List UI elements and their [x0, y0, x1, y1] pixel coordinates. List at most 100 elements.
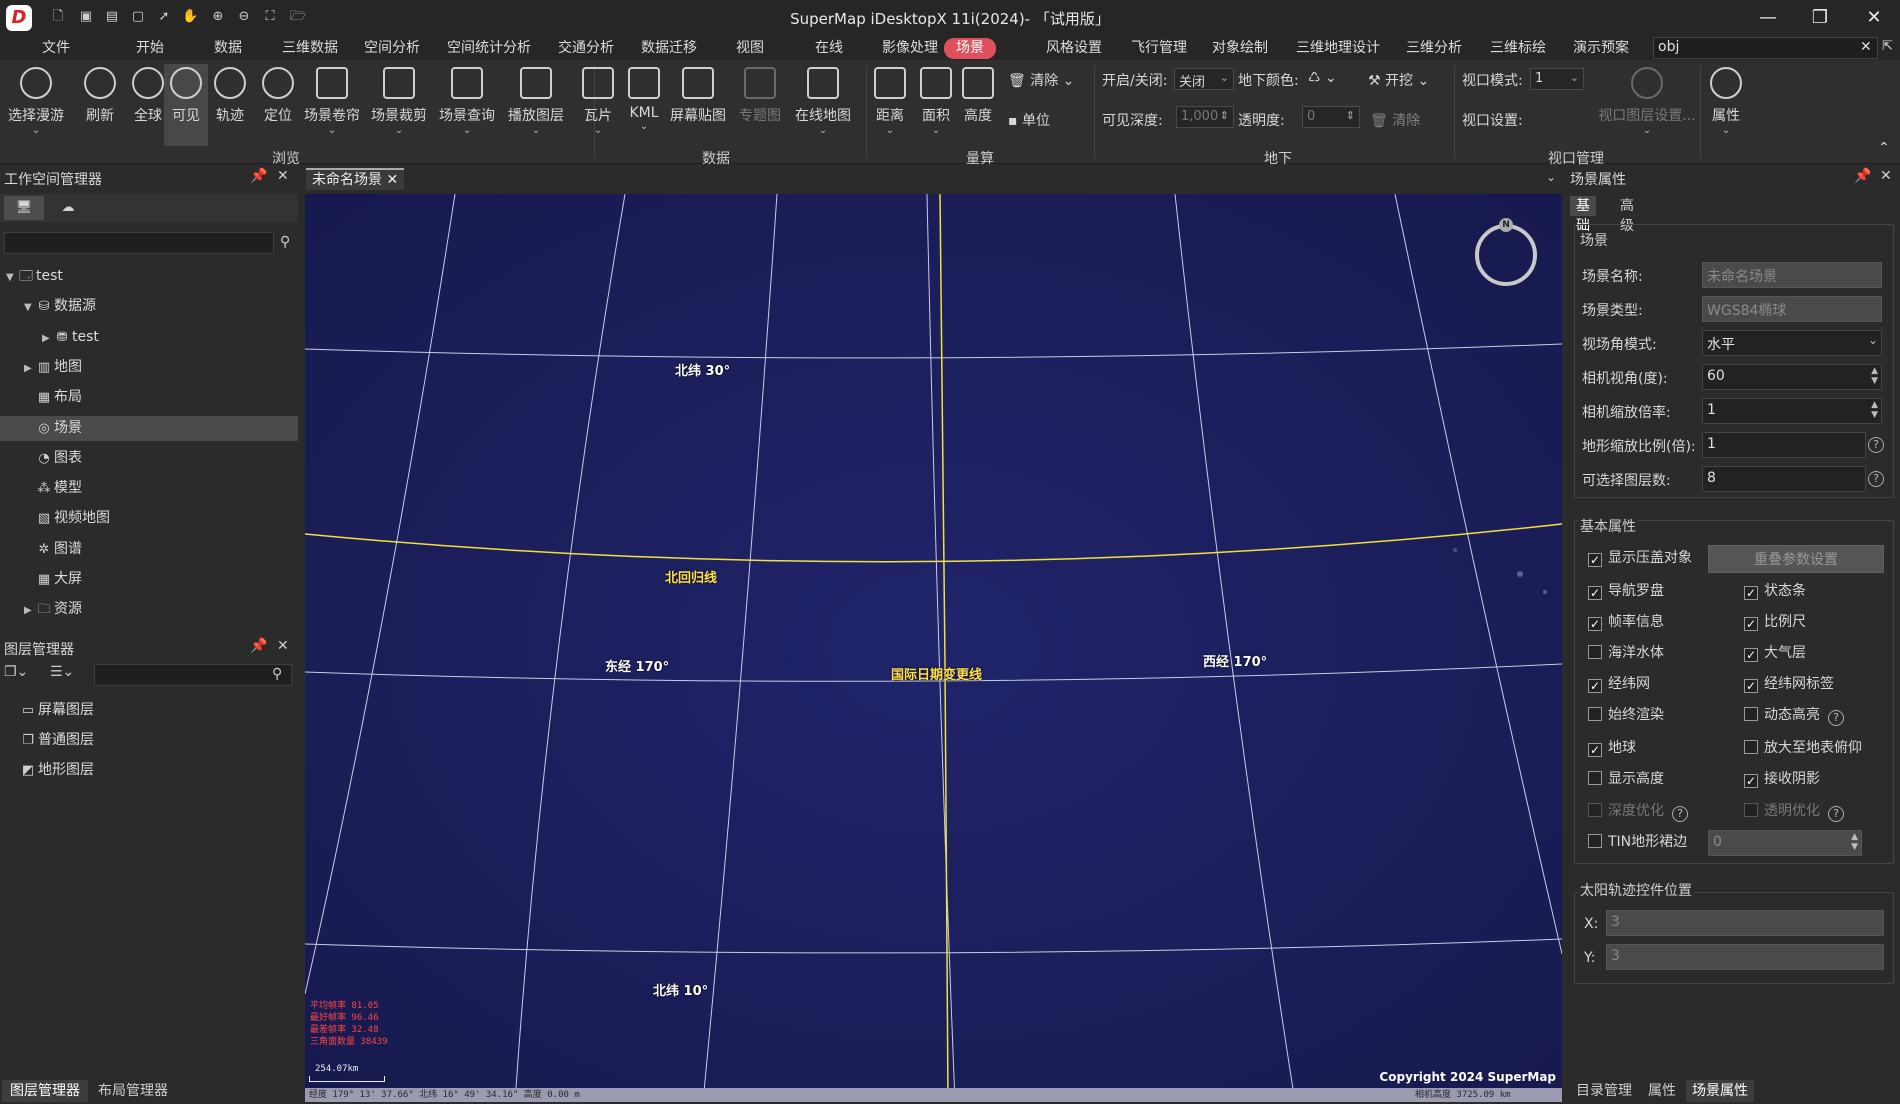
tree-item-big-screen[interactable]: ▦ 大屏 [0, 567, 298, 592]
property-checkbox[interactable]: 透明优化? [1744, 801, 1844, 822]
fullscreen-icon[interactable]: ⇱ [1882, 39, 1893, 54]
menu-tab-7[interactable]: 交通分析 [558, 38, 614, 59]
scene-document-tab[interactable]: 未命名场景 ✕ [306, 168, 405, 190]
browse-button-swipe[interactable]: 场景卷帘 ⌄ [300, 64, 364, 146]
property-checkbox[interactable]: 动态高亮? [1744, 705, 1844, 726]
tab-list-chevron-icon[interactable]: ⌄ [1546, 170, 1556, 184]
tree-item-map[interactable]: ▶ ▥ 地图 [0, 355, 298, 380]
full-extent-icon[interactable]: ⛶ [262, 9, 278, 25]
tree-item-video-map[interactable]: ▧ 视频地图 [0, 506, 298, 531]
browse-button-play-layer[interactable]: 播放图层 ⌄ [502, 64, 570, 146]
tree-item-graph[interactable]: ✲ 图谱 [0, 537, 298, 562]
menu-tab-8[interactable]: 数据迁移 [641, 38, 697, 59]
layer-item[interactable]: ◩ 地形图层 [0, 758, 298, 783]
close-window-button[interactable]: ✕ [1854, 4, 1894, 32]
menu-tab-2[interactable]: 开始 [136, 38, 164, 59]
workspace-filter-input[interactable] [4, 232, 274, 254]
excavate-button[interactable]: ⚒ 开挖 ⌄ [1368, 70, 1429, 90]
browse-button-roam[interactable]: 选择漫游 ⌄ [4, 64, 68, 146]
viewport-layer-settings-button[interactable]: 视口图层设置... ⌄ [1592, 64, 1702, 146]
clear-underground-button[interactable]: 🗑 清除 [1370, 110, 1420, 130]
menu-tab-9[interactable]: 视图 [736, 38, 764, 59]
menu-tab-18[interactable]: 三维标绘 [1490, 38, 1546, 59]
property-checkbox[interactable]: 深度优化? [1588, 801, 1688, 822]
properties-tab-1[interactable]: 基础 [1570, 196, 1596, 234]
tree-item-resource-folder[interactable]: ▶ 🗀 资源 [0, 597, 298, 622]
property-checkbox[interactable]: ✓ 状态条 [1744, 581, 1806, 601]
tree-item-model[interactable]: ⁂ 模型 [0, 476, 298, 501]
data-button-online-map[interactable]: 在线地图 ⌄ [790, 64, 856, 146]
open-folder-icon[interactable]: 🗁 [290, 9, 306, 25]
expand-arrow-icon[interactable]: ▶ [24, 598, 36, 623]
menu-tab-3[interactable]: 数据 [214, 38, 242, 59]
menu-tab-6[interactable]: 空间统计分析 [447, 38, 531, 59]
browse-button-sun-visible[interactable]: 可见 [164, 64, 208, 146]
menu-tab-11[interactable]: 影像处理 [882, 38, 938, 59]
menu-tab-17[interactable]: 三维分析 [1406, 38, 1462, 59]
property-checkbox[interactable]: 显示高度 [1588, 769, 1664, 789]
right-bottom-tab-2[interactable]: 属性 [1642, 1080, 1682, 1102]
browse-button-clip[interactable]: 场景裁剪 ⌄ [366, 64, 432, 146]
property-checkbox[interactable]: ✓ 比例尺 [1744, 612, 1806, 632]
property-checkbox[interactable]: 始终渲染 [1588, 705, 1664, 725]
help-icon[interactable]: ? [1672, 806, 1688, 822]
data-button-kml[interactable]: KML ⌄ [626, 64, 662, 146]
data-button-thematic-map[interactable]: 专题图 [736, 64, 784, 146]
scene-viewport[interactable]: 北纬 30° 北回归线 东经 170° 国际日期变更线 西经 170° 北纬 1… [305, 194, 1562, 1102]
browse-button-track[interactable]: 轨迹 [210, 64, 250, 146]
camera-angle-input[interactable]: 60 ▲ ▼ [1702, 364, 1882, 390]
new-file-icon[interactable]: 🗋 [50, 9, 66, 25]
tree-item-scene[interactable]: ◎ 场景 [0, 415, 298, 441]
property-checkbox[interactable]: ✓ 显示压盖对象 [1588, 548, 1692, 568]
pin-icon[interactable]: 📌 [1854, 168, 1871, 184]
visible-depth-input[interactable]: 1,000 ⇕ [1176, 106, 1234, 128]
property-checkbox[interactable]: ✓ 地球 [1588, 738, 1636, 758]
expand-arrow-icon[interactable]: ▼ [24, 295, 36, 320]
tree-item-datasource[interactable]: ▼ ⛁ 数据源 [0, 294, 298, 319]
property-checkbox[interactable]: ✓ 大气层 [1744, 643, 1806, 663]
menu-tab-5[interactable]: 空间分析 [364, 38, 420, 59]
underground-onoff-select[interactable]: 关闭 ⌄ [1174, 68, 1234, 90]
data-button-tile[interactable]: 瓦片 ⌄ [578, 64, 618, 146]
data-button-screen-texture[interactable]: 屏幕贴图 [666, 64, 730, 146]
menu-tab-14[interactable]: 飞行管理 [1131, 38, 1187, 59]
zoom-out-icon[interactable]: ⊖ [236, 9, 252, 25]
window-icon[interactable]: ▢ [130, 9, 146, 25]
menu-tab-13[interactable]: 风格设置 [1046, 38, 1102, 59]
tree-item-chart[interactable]: ◔ 图表 [0, 446, 298, 471]
tab-cloud[interactable]: ☁ [48, 196, 88, 220]
pointer-icon[interactable]: ➚ [156, 9, 172, 25]
menu-tab-15[interactable]: 对象绘制 [1212, 38, 1268, 59]
pin-icon[interactable]: 📌 [250, 168, 267, 184]
tree-item-workspace[interactable]: ▼ 🗔 test [0, 264, 298, 289]
navigation-compass[interactable] [1475, 224, 1537, 286]
menu-tab-12[interactable]: 场景 [944, 38, 996, 59]
collapse-ribbon-icon[interactable]: ⌃ [1878, 140, 1890, 156]
fov-mode-select[interactable]: 水平 ⌄ [1702, 330, 1882, 356]
property-checkbox[interactable]: ✓ 导航罗盘 [1588, 581, 1664, 601]
layer-filter-input[interactable] [94, 664, 292, 686]
browse-button-refresh[interactable]: 刷新 [80, 64, 120, 146]
property-checkbox[interactable]: 海洋水体 [1588, 643, 1664, 663]
maximize-button[interactable]: ❐ [1800, 4, 1840, 32]
pin-icon[interactable]: 📌 [250, 638, 267, 654]
menu-tab-16[interactable]: 三维地理设计 [1296, 38, 1380, 59]
sun-y-input[interactable]: 3 [1606, 944, 1884, 970]
underground-color-button[interactable]: ♺ ⌄ [1308, 70, 1337, 86]
browse-button-query[interactable]: 场景查询 ⌄ [434, 64, 500, 146]
measure-button-ruler[interactable]: 距离 ⌄ [870, 64, 910, 146]
zoom-in-icon[interactable]: ⊕ [210, 9, 226, 25]
layer-item[interactable]: ▭ 屏幕图层 [0, 698, 298, 723]
add-layer-icon[interactable]: ❐⌄ [4, 664, 28, 680]
bottom-tab-2[interactable]: 布局管理器 [90, 1080, 176, 1102]
right-bottom-tab-1[interactable]: 目录管理 [1570, 1080, 1638, 1102]
viewport-mode-select[interactable]: 1 ⌄ [1530, 68, 1584, 90]
selectable-layers-input[interactable]: 8 [1702, 466, 1866, 492]
scene-type-field[interactable]: WGS84椭球 [1702, 296, 1882, 322]
tab-workspace-tree[interactable]: 🖥 [4, 196, 44, 220]
measure-button-area[interactable]: 面积 ⌄ [916, 64, 956, 146]
camera-zoom-input[interactable]: 1 ▲ ▼ [1702, 398, 1882, 424]
clear-search-icon[interactable]: ✕ [1860, 39, 1872, 55]
tin-skirt-input[interactable]: 0 ▲ ▼ [1708, 830, 1862, 856]
menu-tab-1[interactable]: 文件 [42, 38, 70, 59]
